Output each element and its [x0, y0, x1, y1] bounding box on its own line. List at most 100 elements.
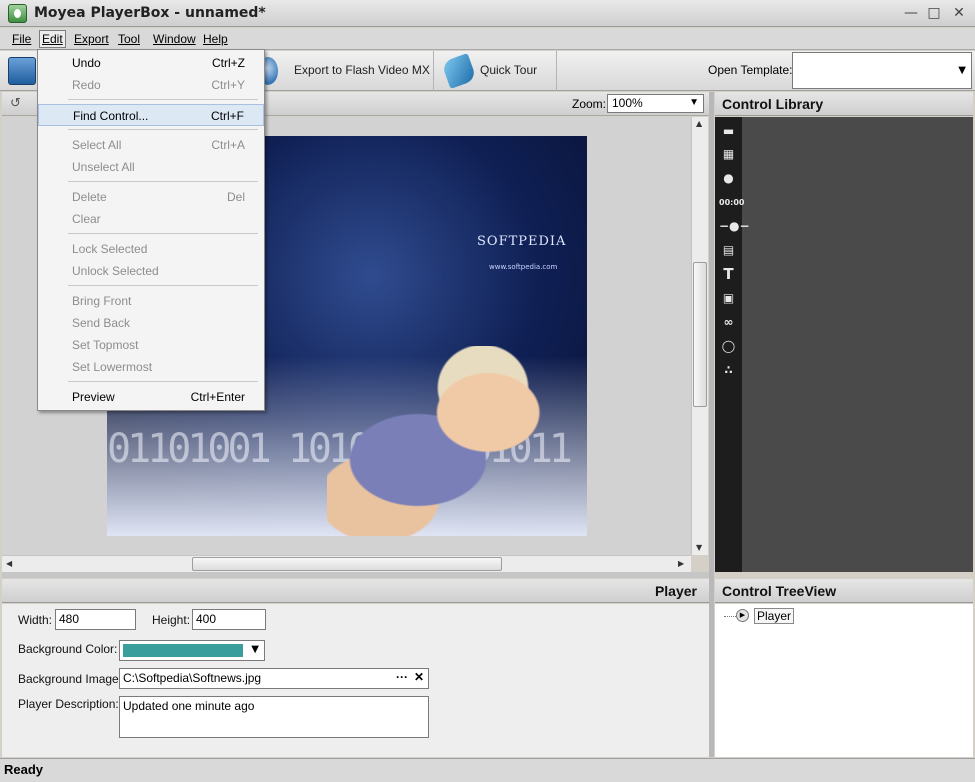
- open-template-select[interactable]: ▼: [792, 52, 972, 89]
- menu-separator: [68, 381, 258, 382]
- status-bar: Ready: [0, 758, 975, 782]
- menu-select-all[interactable]: Select All Ctrl+A: [38, 134, 264, 156]
- menu-redo[interactable]: Redo Ctrl+Y: [38, 74, 264, 96]
- menu-separator: [68, 129, 258, 130]
- height-input[interactable]: 400: [192, 609, 266, 630]
- zoom-label: Zoom:: [572, 97, 607, 111]
- menu-undo[interactable]: Undo Ctrl+Z: [38, 52, 264, 74]
- tree-node-player[interactable]: Player: [754, 608, 795, 624]
- slider-control-icon[interactable]: −●−: [719, 217, 750, 236]
- control-treeview-panel: [715, 604, 973, 757]
- menu-tool[interactable]: Tool: [118, 32, 140, 46]
- player-properties-header: Player: [2, 579, 709, 603]
- width-label: Width:: [18, 613, 53, 627]
- vertical-scroll-thumb[interactable]: [693, 262, 707, 407]
- background-color-picker[interactable]: ▼: [119, 640, 265, 661]
- maximize-icon[interactable]: □: [925, 5, 943, 22]
- control-library-header: Control Library: [715, 92, 973, 116]
- menu-bring-front[interactable]: Bring Front: [38, 290, 264, 312]
- menu-unlock-selected[interactable]: Unlock Selected: [38, 260, 264, 282]
- app-icon: [8, 4, 27, 23]
- canvas-horizontal-scrollbar[interactable]: ◀ ▶: [2, 555, 691, 572]
- link-control-icon[interactable]: ∞: [719, 313, 738, 332]
- menu-lock-selected[interactable]: Lock Selected: [38, 238, 264, 260]
- edit-menu-dropdown: Undo Ctrl+Z Redo Ctrl+Y Find Control... Ctr…: [37, 49, 265, 411]
- menu-send-back[interactable]: Send Back: [38, 312, 264, 334]
- zoom-value: 100%: [612, 96, 643, 110]
- quick-tour-label: Quick Tour: [480, 63, 538, 77]
- menu-preview[interactable]: Preview Ctrl+Enter: [38, 386, 264, 408]
- title-bar: Moyea PlayerBox - unnamed* — □ ✕: [0, 0, 975, 27]
- menu-separator: [68, 285, 258, 286]
- player-description-label: Player Description:: [18, 697, 119, 711]
- scroll-down-icon[interactable]: ▼: [696, 543, 702, 552]
- width-input[interactable]: 480: [55, 609, 136, 630]
- timer-control-icon[interactable]: 00:00: [719, 193, 744, 212]
- menu-export[interactable]: Export: [74, 32, 109, 46]
- control-treeview-title: Control TreeView: [722, 583, 837, 599]
- menu-edit[interactable]: Edit: [39, 30, 66, 48]
- tree-connector: [724, 616, 736, 617]
- list-control-icon[interactable]: ▤: [719, 241, 738, 260]
- status-text: Ready: [4, 762, 44, 777]
- control-treeview-header: Control TreeView: [715, 579, 973, 603]
- player-properties-title: Player: [654, 583, 697, 599]
- control-library-title: Control Library: [722, 96, 824, 112]
- button-control-icon[interactable]: ▬: [719, 122, 738, 141]
- stage-brand-text: SOFTPEDIA: [477, 234, 567, 249]
- horizontal-scroll-thumb[interactable]: [192, 557, 502, 571]
- text-control-icon[interactable]: T: [719, 265, 738, 284]
- menu-separator: [68, 181, 258, 182]
- export-flash-button[interactable]: Export to Flash Video MX: [258, 51, 434, 91]
- counter-control-icon[interactable]: ◯: [719, 337, 738, 356]
- menu-file[interactable]: File: [12, 32, 31, 46]
- zoom-select[interactable]: 100% ▼: [607, 94, 704, 113]
- background-image-label: Background Image:: [18, 672, 123, 686]
- background-image-path: C:\Softpedia\Softnews.jpg: [123, 671, 262, 685]
- menu-separator: [68, 233, 258, 234]
- quick-tour-button[interactable]: Quick Tour: [435, 51, 557, 91]
- export-flash-label: Export to Flash Video MX: [294, 63, 430, 77]
- menu-clear[interactable]: Clear: [38, 208, 264, 230]
- menu-delete[interactable]: Delete Del: [38, 186, 264, 208]
- scroll-up-icon[interactable]: ▲: [696, 119, 702, 128]
- menu-set-topmost[interactable]: Set Topmost: [38, 334, 264, 356]
- rotate-icon[interactable]: ↺: [10, 96, 21, 111]
- close-icon[interactable]: ✕: [950, 5, 968, 22]
- canvas-vertical-scrollbar[interactable]: ▲ ▼: [691, 117, 708, 555]
- menu-separator: [68, 99, 258, 100]
- horizontal-splitter[interactable]: [2, 572, 709, 578]
- new-project-icon: [8, 57, 36, 85]
- menu-unselect-all[interactable]: Unselect All: [38, 156, 264, 178]
- menu-window[interactable]: Window: [153, 32, 196, 46]
- new-project-button[interactable]: [4, 51, 40, 91]
- minimize-icon[interactable]: —: [902, 5, 920, 22]
- quick-tour-icon: [441, 53, 477, 89]
- menu-find-control[interactable]: Find Control... Ctrl+F: [38, 104, 264, 126]
- height-label: Height:: [152, 613, 191, 627]
- menu-bar: File Edit Export Tool Window Help: [0, 28, 975, 50]
- background-color-label: Background Color:: [18, 642, 118, 656]
- open-template-label: Open Template:: [708, 63, 793, 77]
- clear-icon[interactable]: ✕: [414, 670, 424, 684]
- control-library-panel: [715, 117, 973, 572]
- chevron-down-icon: ▼: [689, 97, 699, 108]
- player-description-textarea[interactable]: Updated one minute ago: [119, 696, 429, 738]
- window-title: Moyea PlayerBox - unnamed*: [34, 5, 266, 21]
- chevron-down-icon: ▼: [251, 644, 259, 655]
- vertical-splitter[interactable]: [709, 92, 714, 757]
- menu-set-lowermost[interactable]: Set Lowermost: [38, 356, 264, 378]
- scroll-left-icon[interactable]: ◀: [6, 559, 12, 568]
- menu-help[interactable]: Help: [203, 32, 228, 46]
- chevron-down-icon: ▼: [958, 65, 966, 76]
- circle-control-icon[interactable]: ●: [719, 169, 738, 188]
- background-color-swatch: [123, 644, 243, 657]
- group-control-icon[interactable]: ∴: [719, 361, 738, 380]
- browse-icon[interactable]: ···: [396, 670, 408, 684]
- scroll-right-icon[interactable]: ▶: [678, 559, 684, 568]
- stage-photo: [327, 346, 587, 536]
- image-control-icon[interactable]: ▣: [719, 289, 738, 308]
- stage-url-text: www.softpedia.com: [489, 263, 558, 271]
- background-image-input[interactable]: C:\Softpedia\Softnews.jpg ··· ✕: [119, 668, 429, 689]
- video-control-icon[interactable]: ▦: [719, 145, 738, 164]
